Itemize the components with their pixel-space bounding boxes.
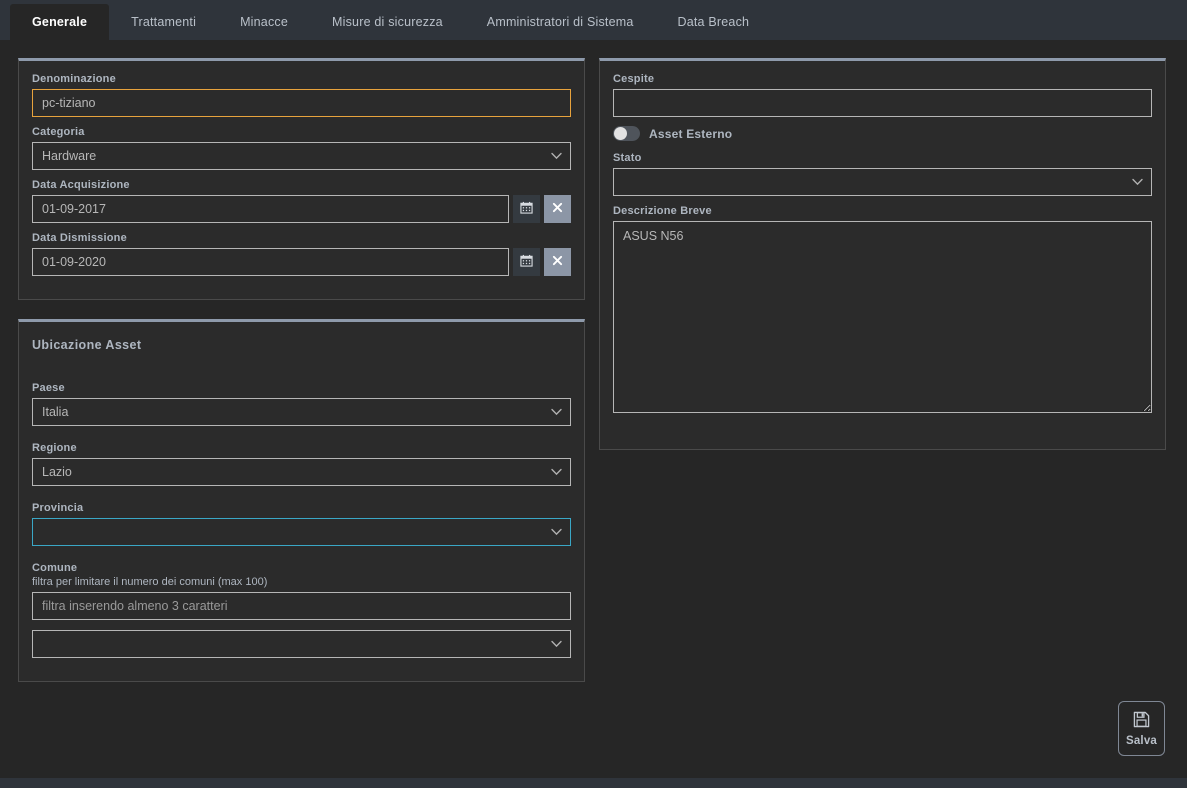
comune-helper-text: filtra per limitare il numero dei comuni…	[32, 576, 268, 588]
denominazione-input[interactable]	[32, 89, 571, 117]
data-dismissione-input[interactable]	[32, 248, 509, 276]
label-comune: Comune	[32, 562, 78, 574]
descrizione-breve-textarea[interactable]: ASUS N56	[613, 221, 1152, 413]
regione-select[interactable]	[32, 458, 571, 486]
comune-select-wrapper	[32, 630, 571, 658]
cespite-input[interactable]	[613, 89, 1152, 117]
ubicazione-asset-title: Ubicazione Asset	[32, 338, 142, 352]
calendar-icon	[520, 254, 533, 270]
field-categoria: Categoria	[32, 126, 571, 170]
tab-data-breach[interactable]: Data Breach	[656, 4, 772, 40]
tab-bar: Generale Trattamenti Minacce Misure di s…	[0, 0, 1187, 40]
field-cespite: Cespite	[613, 73, 1152, 117]
data-dismissione-clear-button[interactable]	[544, 248, 571, 276]
field-descrizione-breve: Descrizione Breve ASUS N56	[613, 205, 1152, 413]
label-data-dismissione: Data Dismissione	[32, 232, 127, 244]
data-acquisizione-row	[32, 195, 571, 223]
stato-select-wrapper	[613, 168, 1152, 196]
label-provincia: Provincia	[32, 502, 84, 514]
tab-minacce[interactable]: Minacce	[218, 4, 310, 40]
right-column: Cespite Asset Esterno Stato Descrizione …	[599, 58, 1166, 469]
label-cespite: Cespite	[613, 73, 655, 85]
card-ubicazione-asset: Ubicazione Asset Paese Regione	[18, 319, 585, 682]
field-regione: Regione	[32, 442, 571, 486]
asset-detail-page: Generale Trattamenti Minacce Misure di s…	[0, 0, 1187, 788]
provincia-select[interactable]	[32, 518, 571, 546]
save-button[interactable]: Salva	[1118, 701, 1165, 756]
label-data-acquisizione: Data Acquisizione	[32, 179, 130, 191]
field-comune: Comune filtra per limitare il numero dei…	[32, 562, 571, 658]
provincia-select-wrapper	[32, 518, 571, 546]
field-data-dismissione: Data Dismissione	[32, 232, 571, 276]
data-acquisizione-clear-button[interactable]	[544, 195, 571, 223]
field-paese: Paese	[32, 382, 571, 426]
calendar-icon	[520, 201, 533, 217]
data-dismissione-calendar-button[interactable]	[513, 248, 540, 276]
label-denominazione: Denominazione	[32, 73, 116, 85]
tab-panel-generale: Denominazione Categoria Data	[0, 40, 1187, 778]
field-denominazione: Denominazione	[32, 73, 571, 117]
categoria-select[interactable]	[32, 142, 571, 170]
footer-strip	[0, 778, 1187, 788]
label-categoria: Categoria	[32, 126, 85, 138]
tab-amministratori-di-sistema[interactable]: Amministratori di Sistema	[465, 4, 656, 40]
close-icon	[552, 202, 563, 216]
left-column: Denominazione Categoria Data	[18, 58, 585, 701]
save-action-area: Salva	[1118, 701, 1165, 756]
label-paese: Paese	[32, 382, 65, 394]
field-stato: Stato	[613, 152, 1152, 196]
tab-generale[interactable]: Generale	[10, 4, 110, 40]
regione-select-wrapper	[32, 458, 571, 486]
label-stato: Stato	[613, 152, 642, 164]
save-floppy-icon	[1133, 711, 1150, 731]
data-dismissione-row	[32, 248, 571, 276]
label-regione: Regione	[32, 442, 77, 454]
field-provincia: Provincia	[32, 502, 571, 546]
card-general-info: Denominazione Categoria Data	[18, 58, 585, 300]
stato-select[interactable]	[613, 168, 1152, 196]
toggle-knob	[614, 127, 627, 140]
comune-select[interactable]	[32, 630, 571, 658]
paese-select[interactable]	[32, 398, 571, 426]
tab-trattamenti[interactable]: Trattamenti	[109, 4, 218, 40]
form-columns: Denominazione Categoria Data	[0, 40, 1187, 701]
categoria-select-wrapper	[32, 142, 571, 170]
card-asset-details: Cespite Asset Esterno Stato Descrizione …	[599, 58, 1166, 450]
tab-misure-di-sicurezza[interactable]: Misure di sicurezza	[310, 4, 465, 40]
field-data-acquisizione: Data Acquisizione	[32, 179, 571, 223]
paese-select-wrapper	[32, 398, 571, 426]
label-descrizione-breve: Descrizione Breve	[613, 205, 712, 217]
comune-filter-input[interactable]	[32, 592, 571, 620]
label-asset-esterno: Asset Esterno	[649, 126, 733, 141]
asset-esterno-toggle[interactable]	[613, 126, 640, 141]
close-icon	[552, 255, 563, 269]
data-acquisizione-calendar-button[interactable]	[513, 195, 540, 223]
save-button-label: Salva	[1125, 734, 1158, 747]
field-asset-esterno: Asset Esterno	[613, 126, 1152, 141]
data-acquisizione-input[interactable]	[32, 195, 509, 223]
